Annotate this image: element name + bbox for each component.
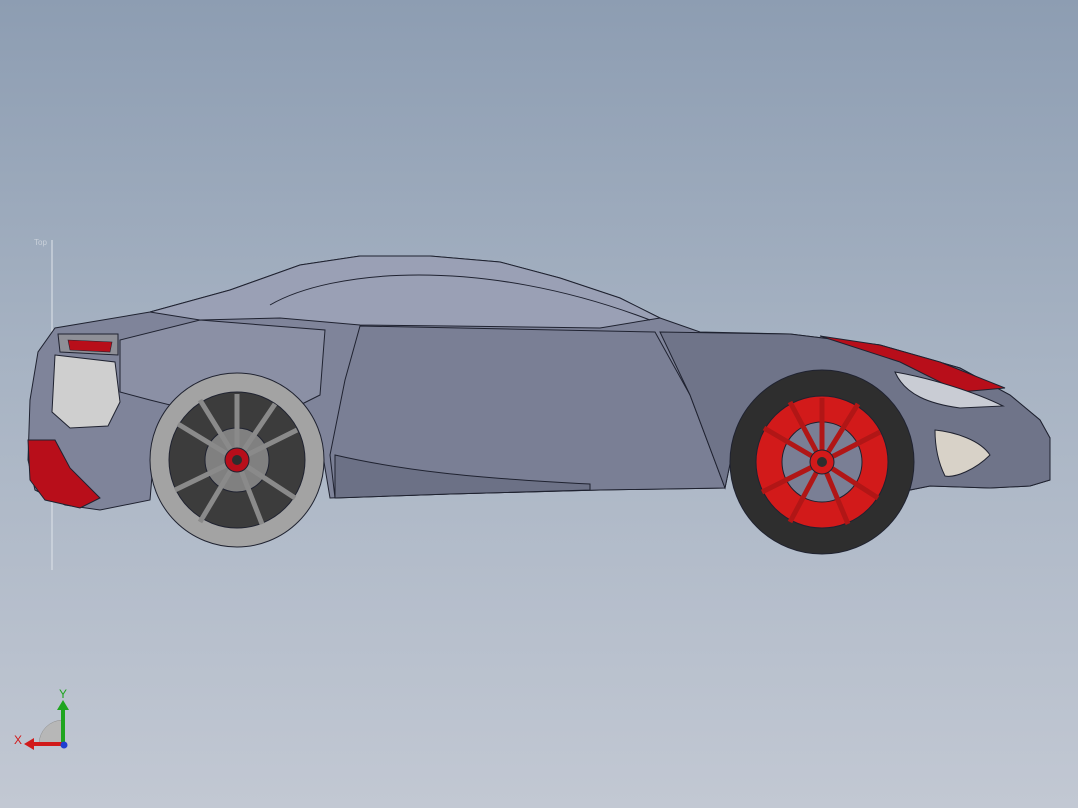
rear-lamp-housing <box>51 354 121 429</box>
x-axis-label: X <box>14 733 23 747</box>
front-wheel[interactable] <box>729 369 915 555</box>
graphics-viewport[interactable]: Top Y X <box>0 0 1078 808</box>
rear-wheel[interactable] <box>149 372 325 548</box>
taillight-inner <box>67 339 113 353</box>
sketch-plane-label: Top <box>34 238 47 247</box>
car-roof <box>149 255 662 329</box>
view-orientation-triad[interactable]: Y X <box>10 686 80 756</box>
car-model-view[interactable] <box>0 0 1078 808</box>
y-axis-label: Y <box>59 687 68 701</box>
z-axis-dot-icon <box>60 741 68 749</box>
